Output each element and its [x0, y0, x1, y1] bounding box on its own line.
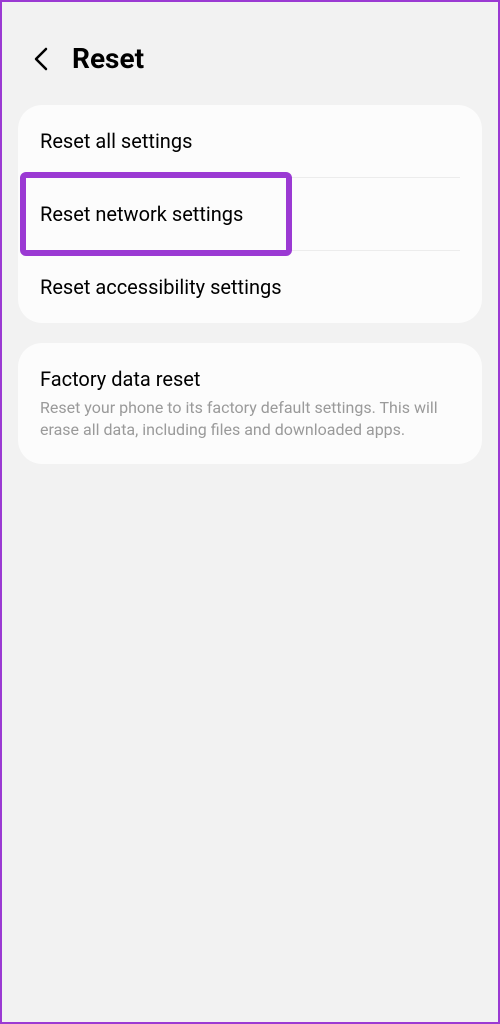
back-icon[interactable]: [32, 45, 52, 73]
reset-network-settings-item[interactable]: Reset network settings: [18, 178, 482, 250]
factory-reset-description: Reset your phone to its factory default …: [40, 397, 460, 442]
page-title: Reset: [72, 42, 144, 75]
factory-reset-card: Factory data reset Reset your phone to i…: [18, 343, 482, 464]
reset-all-settings-item[interactable]: Reset all settings: [18, 105, 482, 177]
reset-network-wrapper: Reset network settings: [18, 178, 482, 250]
list-item-label: Reset accessibility settings: [40, 275, 282, 299]
list-item-label: Reset all settings: [40, 129, 192, 153]
reset-accessibility-settings-item[interactable]: Reset accessibility settings: [18, 251, 482, 323]
reset-options-card: Reset all settings Reset network setting…: [18, 105, 482, 323]
factory-reset-title: Factory data reset: [40, 367, 460, 391]
factory-data-reset-item[interactable]: Factory data reset Reset your phone to i…: [18, 343, 482, 464]
list-item-label: Reset network settings: [40, 202, 243, 226]
header: Reset: [2, 2, 498, 105]
